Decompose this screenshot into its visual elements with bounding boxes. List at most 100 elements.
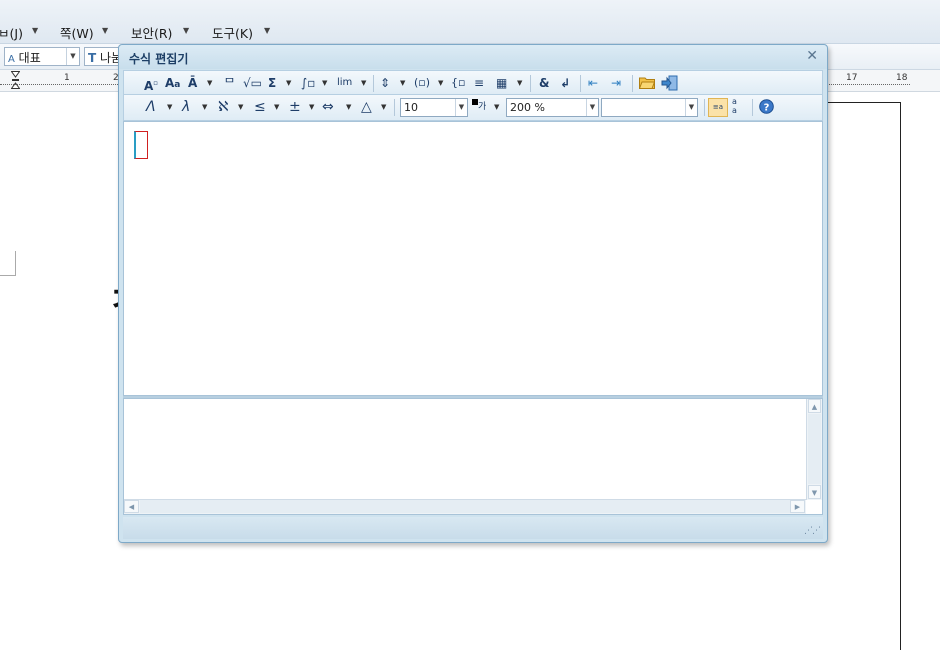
script-mode-icon[interactable]: aa — [732, 97, 737, 115]
misc-symbol-icon[interactable]: △ — [361, 99, 372, 115]
menu-page[interactable]: 쪽(W) — [60, 23, 94, 42]
previous-icon[interactable]: ⇤ — [588, 75, 598, 91]
help-icon[interactable]: ? — [759, 99, 774, 114]
arrow-stack-icon[interactable]: ⇕ — [380, 75, 390, 91]
equation-script-area[interactable]: ▲ ▼ ◀ ▶ — [123, 398, 823, 515]
chevron-down-icon[interactable]: ▼ — [202, 103, 207, 111]
root-icon[interactable]: √▭ — [243, 75, 262, 91]
matrix-row-icon[interactable]: ≡ — [474, 75, 484, 91]
hebrew-icon[interactable]: ℵ — [218, 99, 228, 115]
chevron-down-icon[interactable]: ▼ — [438, 79, 443, 87]
toolbar-separator — [580, 75, 581, 92]
menu-tools[interactable]: 도구(K) — [212, 23, 253, 42]
chevron-down-icon[interactable]: ▼ — [494, 103, 499, 111]
sum-icon[interactable]: Σ — [268, 75, 276, 91]
equation-edit-area[interactable] — [123, 121, 823, 396]
scroll-track[interactable] — [140, 500, 790, 513]
limit-icon[interactable]: lim — [337, 75, 352, 91]
greek-upper-icon[interactable]: Λ — [146, 99, 156, 115]
font-icon: T — [88, 51, 97, 65]
chevron-down-icon[interactable]: ▼ — [66, 48, 79, 65]
integral-icon[interactable]: ∫▫ — [301, 75, 315, 91]
superscript-icon[interactable]: A▫ — [144, 75, 158, 93]
scroll-left-icon[interactable]: ◀ — [124, 500, 139, 513]
arrow-icon[interactable]: ⇔ — [322, 99, 334, 115]
horizontal-scrollbar[interactable]: ◀ ▶ — [124, 499, 806, 514]
newline-icon[interactable]: ↲ — [560, 75, 570, 91]
style-combo-value: 대표 — [18, 51, 41, 65]
ruler-label: 18 — [896, 73, 908, 83]
case-icon[interactable]: {▫ — [451, 75, 465, 91]
equation-cursor — [134, 131, 148, 159]
menu-security[interactable]: 보안(R) — [131, 23, 172, 42]
window-titlebar[interactable]: 수식 편집기 ✕ — [119, 45, 827, 69]
fraction-icon[interactable]: ᄆ — [224, 75, 235, 91]
greek-lower-icon[interactable]: λ — [182, 99, 190, 115]
chevron-down-icon[interactable]: ▼ — [183, 26, 189, 35]
window-title: 수식 편집기 — [129, 52, 189, 66]
menu-input[interactable]: ㅂ(J) — [0, 23, 23, 42]
chevron-down-icon[interactable]: ▼ — [286, 79, 291, 87]
page-border — [900, 102, 901, 650]
status-bar: ⋰⋰ — [123, 517, 823, 539]
chevron-down-icon[interactable]: ▼ — [381, 103, 386, 111]
svg-text:?: ? — [764, 102, 770, 113]
page-border — [826, 102, 901, 103]
toolbar-separator — [632, 75, 633, 92]
chevron-down-icon[interactable]: ▼ — [167, 103, 172, 111]
insert-equation-icon[interactable] — [661, 75, 678, 91]
indent-marker-icon[interactable] — [11, 71, 20, 89]
zoom-value: 200 % — [510, 101, 545, 114]
toolbar-separator — [373, 75, 374, 92]
bracket-icon[interactable]: (▫) — [414, 75, 430, 91]
equation-toolbar-2: Λ ▼ λ ▼ ℵ ▼ ≤ ▼ ± ▼ ⇔ ▼ △ ▼ 10 ▼ 가 ▼ 200… — [123, 95, 823, 121]
scroll-up-icon[interactable]: ▲ — [808, 399, 821, 413]
chevron-down-icon[interactable]: ▼ — [207, 79, 212, 87]
font-size-select[interactable]: 10 ▼ — [400, 98, 468, 117]
chevron-down-icon[interactable]: ▼ — [685, 99, 697, 116]
toolbar-separator — [704, 99, 705, 116]
font-name-select[interactable]: ▼ — [601, 98, 698, 117]
chevron-down-icon[interactable]: ▼ — [32, 26, 38, 35]
style-icon: A — [8, 54, 15, 65]
equation-editor-window: 수식 편집기 ✕ A▫ Aa Ā ▼ ᄆ √▭ Σ ▼ ∫▫ ▼ lim ▼ ⇕… — [118, 44, 828, 543]
chevron-down-icon[interactable]: ▼ — [400, 79, 405, 87]
page-corner-mark — [0, 251, 16, 276]
text-color-icon[interactable]: 가 — [472, 99, 486, 115]
scroll-right-icon[interactable]: ▶ — [790, 500, 805, 513]
chevron-down-icon[interactable]: ▼ — [102, 26, 108, 35]
toolbar-separator — [752, 99, 753, 116]
toolbar-separator — [530, 75, 531, 92]
chevron-down-icon[interactable]: ▼ — [586, 99, 598, 116]
chevron-down-icon[interactable]: ▼ — [517, 79, 522, 87]
chevron-down-icon[interactable]: ▼ — [346, 103, 351, 111]
chevron-down-icon[interactable]: ▼ — [322, 79, 327, 87]
close-icon[interactable]: ✕ — [806, 48, 818, 64]
relation-icon[interactable]: ≤ — [254, 99, 266, 115]
toolbar-separator — [394, 99, 395, 116]
font-size-icon[interactable]: Aa — [165, 75, 180, 91]
zoom-select[interactable]: 200 % ▼ — [506, 98, 599, 117]
scroll-down-icon[interactable]: ▼ — [808, 485, 821, 499]
ruler-label: 17 — [846, 73, 858, 83]
chevron-down-icon[interactable]: ▼ — [361, 79, 366, 87]
vertical-scrollbar[interactable]: ▲ ▼ — [806, 399, 822, 500]
display-mode-icon[interactable]: ≡a — [708, 98, 728, 117]
matrix-icon[interactable]: ▦ — [496, 75, 507, 91]
chevron-down-icon[interactable]: ▼ — [274, 103, 279, 111]
font-size-value: 10 — [404, 101, 418, 114]
next-icon[interactable]: ⇥ — [611, 75, 621, 91]
chevron-down-icon[interactable]: ▼ — [309, 103, 314, 111]
resize-grip-icon[interactable]: ⋰⋰ — [804, 526, 821, 536]
accent-icon[interactable]: Ā — [188, 75, 197, 91]
operator-icon[interactable]: ± — [289, 99, 301, 115]
chevron-down-icon[interactable]: ▼ — [238, 103, 243, 111]
open-folder-icon[interactable] — [639, 76, 655, 89]
paragraph-style-select[interactable]: A 대표 ▼ — [4, 47, 80, 66]
app-menubar: ㅂ(J) ▼ 쪽(W) ▼ 보안(R) ▼ 도구(K) ▼ — [0, 0, 940, 44]
scroll-track[interactable] — [808, 414, 821, 484]
chevron-down-icon[interactable]: ▼ — [455, 99, 467, 116]
ampersand-icon[interactable]: & — [539, 75, 549, 91]
ruler-label: 1 — [64, 73, 70, 83]
chevron-down-icon[interactable]: ▼ — [264, 26, 270, 35]
